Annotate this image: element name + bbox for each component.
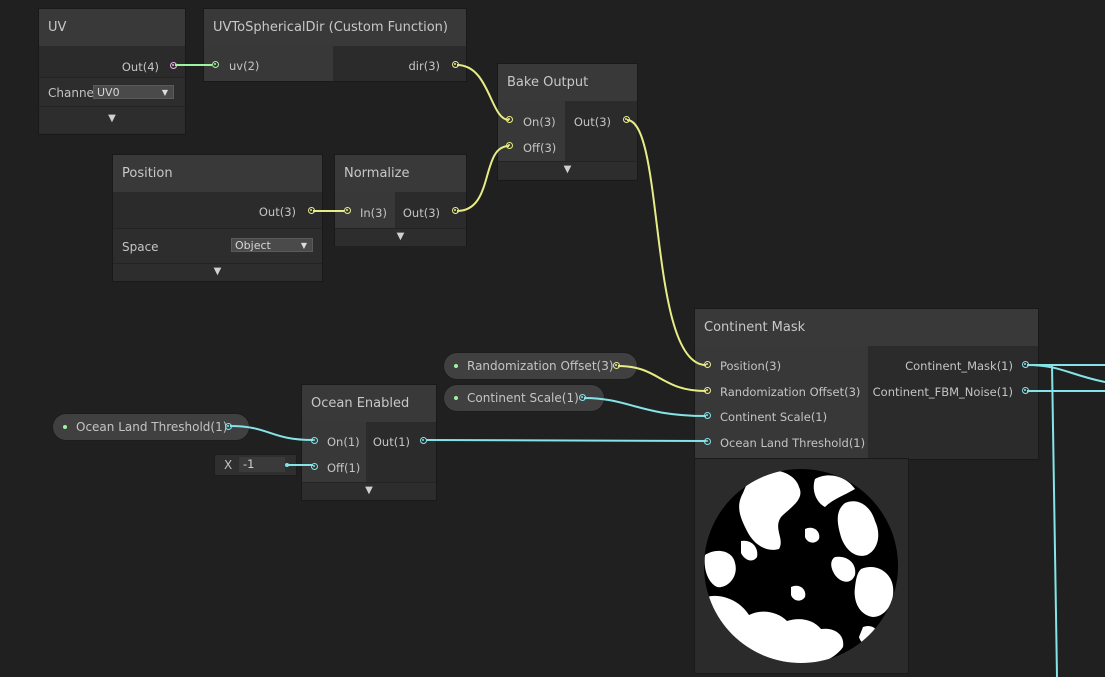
uv-to-spherical-title: UVToSphericalDir (Custom Function): [204, 9, 466, 46]
position-space-dropdown[interactable]: Object ▼: [231, 238, 313, 252]
dropdown-arrow-icon: ▼: [300, 241, 307, 250]
ocean-enabled-node[interactable]: Ocean Enabled On(1) Off(1) Out(1) ▼: [302, 385, 436, 500]
continent-mask-out-port[interactable]: [1022, 361, 1029, 368]
uvsph-in-label: uv(2): [229, 59, 260, 73]
constant-x-label: X: [224, 458, 233, 472]
normalize-in-port[interactable]: [344, 207, 351, 214]
randomization-offset-property[interactable]: Randomization Offset(3): [444, 353, 637, 379]
continent-mask-preview: [695, 459, 908, 673]
normalize-collapse-bar[interactable]: ▼: [335, 228, 466, 246]
position-space-value: Object: [235, 239, 271, 252]
bake-out-port[interactable]: [623, 116, 630, 123]
bake-on-label: On(3): [523, 115, 556, 129]
ocean-on-port[interactable]: [311, 437, 318, 444]
property-indicator-icon: [454, 364, 458, 368]
constant-connector-icon: [285, 463, 289, 467]
uv-to-spherical-node[interactable]: UVToSphericalDir (Custom Function) uv(2)…: [204, 9, 466, 81]
randomization-offset-port[interactable]: [613, 362, 620, 369]
ocean-land-threshold-property[interactable]: Ocean Land Threshold(1): [53, 414, 249, 440]
bake-out-label: Out(3): [573, 115, 611, 129]
uv-channel-value: UV0: [97, 86, 120, 99]
wire-ocean-to-continent-threshold: [425, 439, 707, 442]
ocean-land-threshold-port[interactable]: [225, 423, 232, 430]
continent-input-label: Continent Scale(1): [720, 410, 828, 424]
uv-channel-row: Channe UV0 ▼: [39, 77, 185, 106]
uv-out-port[interactable]: [170, 62, 177, 69]
bake-off-label: Off(3): [523, 141, 557, 155]
bake-output-title: Bake Output: [498, 64, 637, 101]
property-indicator-icon: [63, 425, 67, 429]
position-space-label: Space: [122, 240, 159, 254]
continent-scale-port[interactable]: [579, 394, 586, 401]
ocean-off-label: Off(1): [327, 461, 361, 475]
continent-scale-label: Continent Scale(1): [467, 391, 579, 405]
ocean-off-port[interactable]: [311, 463, 318, 470]
ocean-on-label: On(1): [327, 435, 360, 449]
continent-threshold-port[interactable]: [704, 438, 711, 445]
uvsph-in-port[interactable]: [212, 61, 219, 68]
ocean-out-port[interactable]: [420, 437, 427, 444]
chevron-down-icon: ▼: [365, 485, 373, 496]
ocean-land-threshold-label: Ocean Land Threshold(1): [76, 420, 228, 434]
wire-continent-mask-out-a: [1026, 364, 1105, 383]
randomization-offset-label: Randomization Offset(3): [467, 359, 614, 373]
position-node[interactable]: Position Out(3) Space Object ▼ ▼: [113, 155, 322, 281]
bake-collapse-bar[interactable]: ▼: [498, 161, 637, 179]
chevron-down-icon: ▼: [213, 266, 222, 277]
off-constant-input[interactable]: X -1: [215, 455, 296, 475]
wire-continent-mask-out-c: [1051, 364, 1058, 677]
continent-mask-node[interactable]: Continent Mask Position(3) Randomization…: [695, 309, 1038, 459]
position-out-port[interactable]: [308, 207, 315, 214]
position-space-row: Space Object ▼: [113, 228, 322, 263]
bake-on-port[interactable]: [506, 116, 513, 123]
property-indicator-icon: [454, 396, 458, 400]
uv-node[interactable]: UV Out(4) Channe UV0 ▼ ▼: [39, 9, 185, 134]
constant-value-field[interactable]: -1: [239, 457, 285, 472]
bake-off-port[interactable]: [506, 142, 513, 149]
uv-collapse-bar[interactable]: ▼: [39, 106, 185, 133]
chevron-down-icon: ▼: [396, 231, 405, 242]
normalize-in-label: In(3): [360, 206, 387, 220]
uv-out-label: Out(4): [121, 60, 159, 74]
continent-scale-property[interactable]: Continent Scale(1): [444, 385, 604, 411]
continent-preview-image: [704, 469, 898, 663]
continent-mask-title: Continent Mask: [695, 309, 1038, 346]
continent-randoffset-port[interactable]: [704, 387, 711, 394]
bake-output-node[interactable]: Bake Output On(3) Off(3) Out(3) ▼: [498, 64, 637, 180]
uv-channel-dropdown[interactable]: UV0 ▼: [93, 85, 174, 99]
continent-position-port[interactable]: [704, 361, 711, 368]
ocean-collapse-bar[interactable]: ▼: [302, 482, 436, 500]
continent-scale-in-port[interactable]: [704, 412, 711, 419]
position-collapse-bar[interactable]: ▼: [113, 263, 322, 281]
ocean-out-label: Out(1): [372, 435, 410, 449]
chevron-down-icon: ▼: [563, 164, 572, 175]
continent-input-label: Ocean Land Threshold(1): [720, 436, 866, 450]
continent-output-label: Continent_Mask(1): [905, 359, 1013, 373]
position-out-label: Out(3): [258, 205, 296, 219]
uv-channel-label: Channe: [48, 86, 94, 100]
position-title: Position: [113, 155, 322, 192]
continent-input-label: Randomization Offset(3): [720, 385, 861, 399]
uv-node-title: UV: [39, 9, 185, 46]
ocean-enabled-title: Ocean Enabled: [302, 385, 436, 422]
uvsph-out-port[interactable]: [452, 61, 459, 68]
continent-fbm-out-port[interactable]: [1022, 387, 1029, 394]
continent-input-label: Position(3): [720, 359, 782, 373]
uvsph-out-label: dir(3): [408, 59, 440, 73]
normalize-title: Normalize: [335, 155, 466, 192]
normalize-out-port[interactable]: [452, 207, 459, 214]
chevron-down-icon: ▼: [108, 113, 116, 124]
normalize-out-label: Out(3): [402, 206, 440, 220]
dropdown-arrow-icon: ▼: [161, 88, 168, 97]
continent-output-label: Continent_FBM_Noise(1): [872, 385, 1013, 399]
normalize-node[interactable]: Normalize In(3) Out(3) ▼: [335, 155, 466, 246]
